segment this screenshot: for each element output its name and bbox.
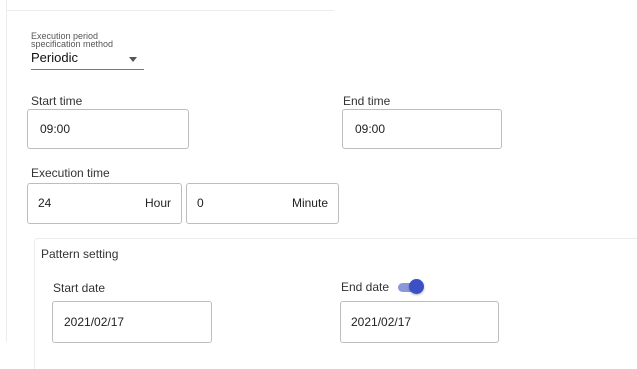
pattern-setting-title: Pattern setting xyxy=(41,247,119,261)
execution-method-select[interactable]: Periodic xyxy=(31,48,144,70)
end-time-label: End time xyxy=(343,94,391,108)
execution-minutes-value: 0 xyxy=(197,196,204,210)
panel-left-border xyxy=(6,0,7,342)
start-time-value: 09:00 xyxy=(40,122,71,136)
end-date-toggle[interactable] xyxy=(397,279,425,295)
panel-top-border xyxy=(6,10,334,11)
toggle-thumb xyxy=(409,279,424,294)
end-time-field[interactable]: 09:00 xyxy=(342,109,502,149)
start-time-field[interactable]: 09:00 xyxy=(27,109,189,149)
hour-unit-label: Hour xyxy=(144,196,171,210)
end-date-field[interactable]: 2021/02/17 xyxy=(340,301,499,343)
start-date-value: 2021/02/17 xyxy=(64,315,125,329)
execution-hours-value: 24 xyxy=(38,196,52,210)
execution-minutes-field[interactable]: 0 Minute xyxy=(186,183,339,224)
end-date-label: End date xyxy=(341,280,390,294)
start-time-label: Start time xyxy=(31,94,83,108)
execution-time-label: Execution time xyxy=(31,166,110,180)
start-date-field[interactable]: 2021/02/17 xyxy=(52,301,212,343)
end-date-value: 2021/02/17 xyxy=(351,315,412,329)
start-date-label: Start date xyxy=(53,281,106,295)
execution-hours-field[interactable]: 24 Hour xyxy=(27,183,182,224)
minute-unit-label: Minute xyxy=(291,196,328,210)
execution-method-label: Execution period specification method xyxy=(31,31,114,49)
end-time-value: 09:00 xyxy=(355,122,386,136)
chevron-down-icon xyxy=(129,57,137,62)
execution-method-value: Periodic xyxy=(31,50,78,65)
